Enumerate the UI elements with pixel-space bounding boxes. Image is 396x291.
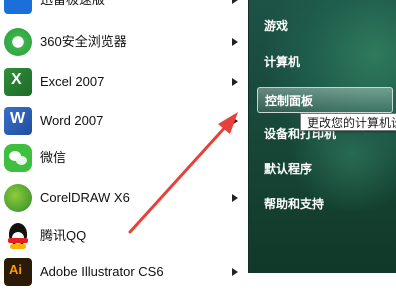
annotation-arrow [128,112,238,234]
